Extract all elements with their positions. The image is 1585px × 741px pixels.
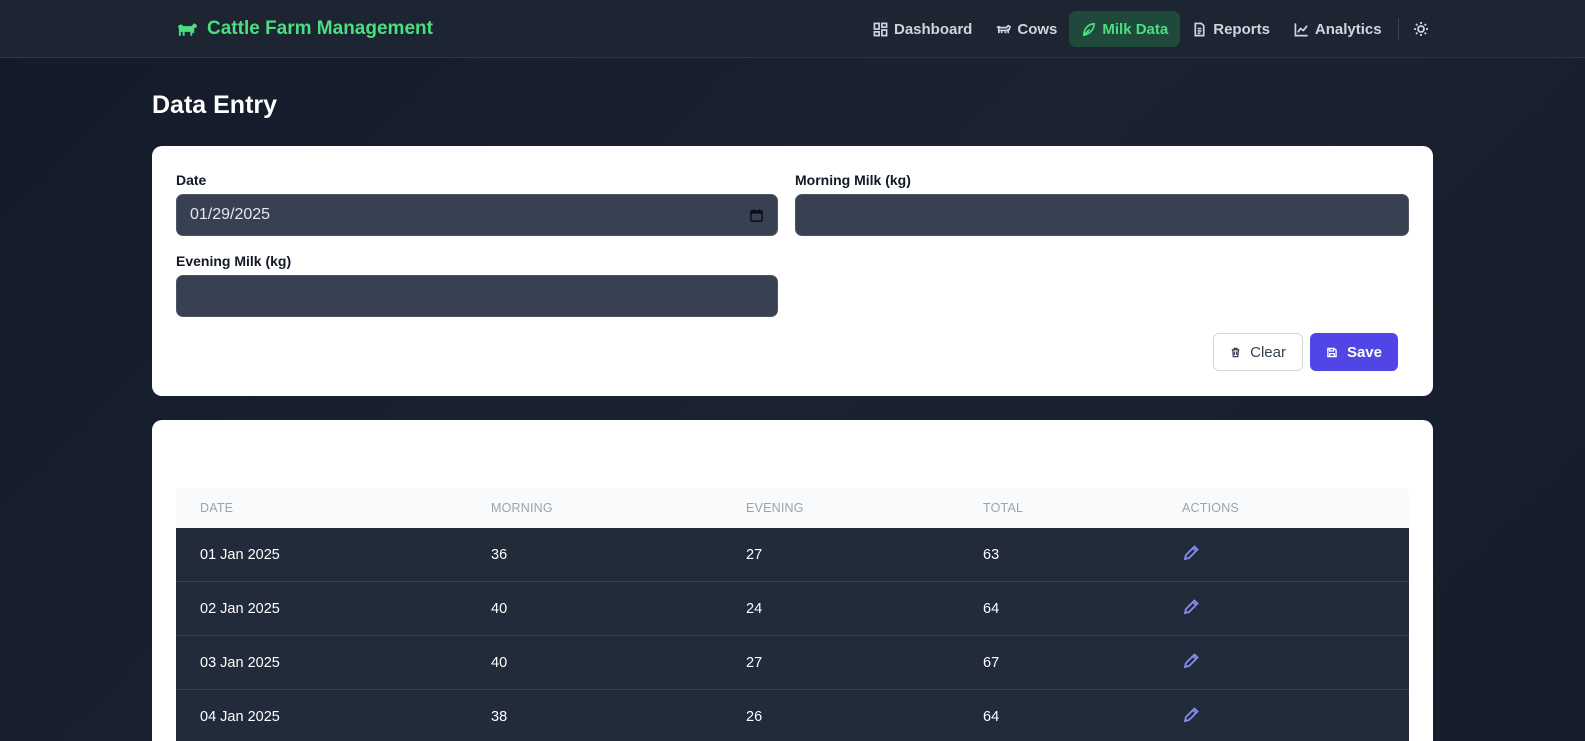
cell-date: 02 Jan 2025: [200, 601, 280, 617]
cow-icon: [177, 23, 198, 36]
nav-reports-label: Reports: [1213, 20, 1270, 38]
pencil-icon: [1183, 545, 1199, 561]
pencil-icon: [1183, 599, 1199, 615]
nav-dashboard-label: Dashboard: [894, 20, 973, 38]
main-nav: Dashboard Cows Milk Data Reports Analyti…: [861, 11, 1435, 47]
pencil-icon: [1183, 653, 1199, 669]
sun-icon: [1413, 22, 1428, 36]
edit-button[interactable]: [1182, 706, 1200, 724]
nav-divider: [1397, 18, 1399, 40]
column-header-evening[interactable]: EVENING: [746, 501, 804, 515]
theme-toggle-button[interactable]: [1407, 15, 1435, 43]
app-title: Cattle Farm Management: [207, 18, 433, 39]
trash-icon: [1231, 347, 1240, 357]
cell-morning: 40: [491, 655, 508, 671]
clear-button[interactable]: Clear: [1213, 333, 1303, 371]
app-brand[interactable]: Cattle Farm Management: [176, 17, 433, 41]
grid-icon: [873, 22, 888, 36]
nav-milk-data-label: Milk Data: [1102, 20, 1169, 38]
cell-morning: 36: [491, 547, 508, 563]
save-button[interactable]: Save: [1310, 333, 1398, 371]
edit-button[interactable]: [1182, 544, 1200, 562]
nav-cows[interactable]: Cows: [984, 11, 1069, 47]
evening-milk-input[interactable]: [176, 275, 778, 317]
cell-evening: 27: [746, 655, 763, 671]
cell-morning: 38: [491, 709, 508, 725]
date-value: 01/29/2025: [190, 206, 271, 223]
column-header-date[interactable]: DATE: [200, 501, 233, 515]
cow-icon: [996, 24, 1012, 33]
nav-reports[interactable]: Reports: [1180, 11, 1282, 47]
table-header: DATE MORNING EVENING TOTAL ACTIONS: [176, 488, 1409, 528]
calendar-icon[interactable]: [749, 208, 764, 223]
cell-total: 64: [983, 709, 1000, 725]
pencil-icon: [1183, 707, 1199, 723]
table-row: 03 Jan 2025 40 27 67: [176, 636, 1409, 690]
cell-morning: 40: [491, 601, 508, 617]
document-icon: [1194, 22, 1205, 36]
date-input[interactable]: 01/29/2025: [176, 194, 778, 236]
nav-dashboard[interactable]: Dashboard: [861, 11, 984, 47]
column-header-total[interactable]: TOTAL: [983, 501, 1023, 515]
cell-evening: 27: [746, 547, 763, 563]
cell-date: 01 Jan 2025: [200, 547, 280, 563]
table-row: 01 Jan 2025 36 27 63: [176, 528, 1409, 582]
nav-milk-data[interactable]: Milk Data: [1069, 11, 1181, 47]
data-entry-form: Date 01/29/2025 Morning Milk (kg) Evenin…: [152, 146, 1433, 396]
nav-analytics[interactable]: Analytics: [1282, 11, 1394, 47]
cell-date: 03 Jan 2025: [200, 655, 280, 671]
save-button-label: Save: [1346, 343, 1382, 361]
edit-button[interactable]: [1182, 652, 1200, 670]
evening-milk-label: Evening Milk (kg): [176, 253, 292, 269]
page-title: Data Entry: [152, 91, 278, 119]
cell-date: 04 Jan 2025: [200, 709, 280, 725]
milk-records-table: DATE MORNING EVENING TOTAL ACTIONS 01 Ja…: [152, 420, 1433, 741]
morning-milk-label: Morning Milk (kg): [795, 172, 911, 188]
top-navbar: Cattle Farm Management Dashboard Cows Mi…: [0, 0, 1585, 58]
cell-evening: 26: [746, 709, 763, 725]
milk-icon: [1083, 22, 1096, 36]
morning-milk-input[interactable]: [795, 194, 1409, 236]
date-label: Date: [176, 172, 207, 188]
cell-evening: 24: [746, 601, 763, 617]
edit-button[interactable]: [1182, 598, 1200, 616]
table-row: 04 Jan 2025 38 26 64: [176, 690, 1409, 741]
cell-total: 67: [983, 655, 1000, 671]
nav-cows-label: Cows: [1017, 20, 1058, 38]
chart-line-icon: [1294, 22, 1308, 36]
clear-button-label: Clear: [1250, 343, 1286, 361]
save-icon: [1327, 347, 1337, 357]
column-header-actions: ACTIONS: [1182, 501, 1239, 515]
cell-total: 64: [983, 601, 1000, 617]
cell-total: 63: [983, 547, 1000, 563]
table-row: 02 Jan 2025 40 24 64: [176, 582, 1409, 636]
nav-analytics-label: Analytics: [1314, 20, 1382, 38]
column-header-morning[interactable]: MORNING: [491, 501, 553, 515]
